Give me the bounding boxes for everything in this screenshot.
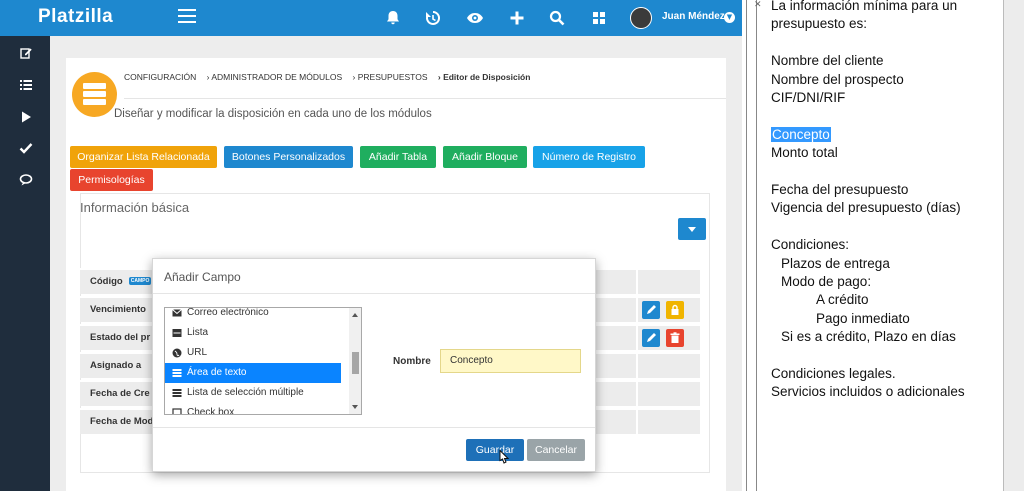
add-field-dialog: Añadir Campo Correo electrónico Lista UR… [152,258,596,472]
custom-buttons-button[interactable]: Botones Personalizados [224,146,353,168]
notes-line: Servicios incluidos o adicionales [771,384,965,400]
name-field-label: Nombre [393,356,431,367]
multilist-icon [172,389,182,397]
field-label: Asignado a [90,360,142,371]
notes-line: Fecha del presupuesto [771,182,909,197]
user-name[interactable]: Juan Méndez [662,11,725,22]
plus-icon[interactable] [508,9,526,27]
notes-line: Condiciones: [771,237,850,253]
close-icon[interactable]: ✕ [754,0,762,10]
notes-line: Condiciones legales. [771,366,896,381]
play-icon[interactable] [19,109,33,123]
menu-toggle-icon[interactable] [178,9,196,27]
list-item[interactable]: Lista [165,323,341,343]
breadcrumb-item-configuracion[interactable]: CONFIGURACIÓN [124,72,196,82]
breadcrumb-item-presupuestos[interactable]: › PRESUPUESTOS [353,72,428,82]
envelope-icon [172,309,182,317]
page-subtitle: Diseñar y modificar la disposición en ca… [114,108,432,120]
notes-line: A crédito [816,292,869,308]
chevron-down-icon[interactable]: ▼ [724,12,735,23]
textarea-icon [172,369,182,377]
notes-line: Nombre del cliente [771,53,884,69]
notes-line: Nombre del prospecto [771,71,904,87]
notes-line: Monto total [771,145,838,161]
checkbox-icon [172,408,182,414]
notes-line: Vigencia del presupuesto (días) [771,200,961,216]
notes-line: Si es a crédito, Plazo en días [781,329,956,345]
notes-line: CIF/DNI/RIF [771,90,846,105]
notes-line: presupuesto es: [771,16,868,32]
notes-document[interactable]: La información mínima para un presupuesto… [762,0,1002,491]
list-item[interactable]: Correo electrónico [165,308,341,323]
field-label: Fecha de Mod [90,416,154,427]
dialog-title: Añadir Campo [164,270,241,284]
permissions-button[interactable]: Permisologías [70,169,153,191]
notes-line: Plazos de entrega [781,255,890,271]
divider [124,98,726,99]
edit-field-icon[interactable] [642,301,660,319]
edit-icon[interactable] [19,45,33,59]
list-box-icon [172,329,182,337]
lock-icon[interactable] [666,301,684,319]
history-icon[interactable] [424,9,442,27]
brand-logo[interactable]: Platzilla [38,6,113,28]
list-icon[interactable] [19,77,33,91]
breadcrumb-item-current: › Editor de Disposición [437,72,531,82]
notes-line: Pago inmediato [816,310,910,326]
list-item[interactable]: Área de texto [165,363,341,383]
notes-line: Concepto [771,126,831,142]
block-title: Información básica [80,200,190,215]
eye-icon[interactable] [466,9,484,27]
field-label: Código [90,276,123,287]
listbox-scrollbar[interactable] [349,308,361,414]
trash-icon[interactable] [666,329,684,347]
mouse-pointer-icon [499,449,510,464]
organize-related-list-button[interactable]: Organizar Lista Relacionada [70,146,217,168]
bell-icon[interactable] [384,9,402,27]
field-label: Estado del pr [90,332,151,343]
list-item[interactable]: URL [165,343,341,363]
check-icon[interactable] [19,140,33,154]
notes-line: La información mínima para un [771,0,958,13]
add-block-button[interactable]: Añadir Bloque [443,146,527,168]
module-logo-icon [72,72,117,117]
block-options-dropdown[interactable] [678,218,706,240]
breadcrumb: CONFIGURACIÓN › ADMINISTRADOR DE MÓDULOS… [124,72,538,82]
field-type-listbox[interactable]: Correo electrónico Lista URL Área de tex… [164,307,362,415]
globe-icon [172,348,182,358]
crm-app-window: Platzilla Juan Méndez ▼ CONFIGURACIÓN › … [0,0,742,491]
scrollbar-thumb[interactable] [352,352,359,374]
add-table-button[interactable]: Añadir Tabla [360,146,436,168]
left-sidebar [0,36,50,491]
search-icon[interactable] [548,9,566,27]
record-number-button[interactable]: Número de Registro [533,146,645,168]
name-input[interactable]: Concepto [440,349,581,373]
save-button[interactable]: Guardar [466,439,524,461]
breadcrumb-item-administrador[interactable]: › ADMINISTRADOR DE MÓDULOS [207,72,343,82]
list-item[interactable]: Check box [165,403,341,414]
field-label: Fecha de Cre [90,388,150,399]
avatar[interactable] [630,7,652,29]
grid-icon[interactable] [590,9,608,27]
chat-icon[interactable] [19,172,33,186]
field-label: Vencimiento [90,304,146,315]
right-scroll-area [1003,0,1024,491]
window-splitter[interactable] [742,0,760,491]
status-badge: CAMPO [128,277,152,286]
scroll-up-icon[interactable] [352,313,358,317]
scroll-down-icon[interactable] [352,405,358,409]
top-navbar: Platzilla Juan Méndez ▼ [0,0,742,36]
list-item[interactable]: Lista de selección múltiple [165,383,341,403]
edit-field-icon[interactable] [642,329,660,347]
notes-line: Modo de pago: [781,274,872,289]
cancel-button[interactable]: Cancelar [527,439,585,461]
